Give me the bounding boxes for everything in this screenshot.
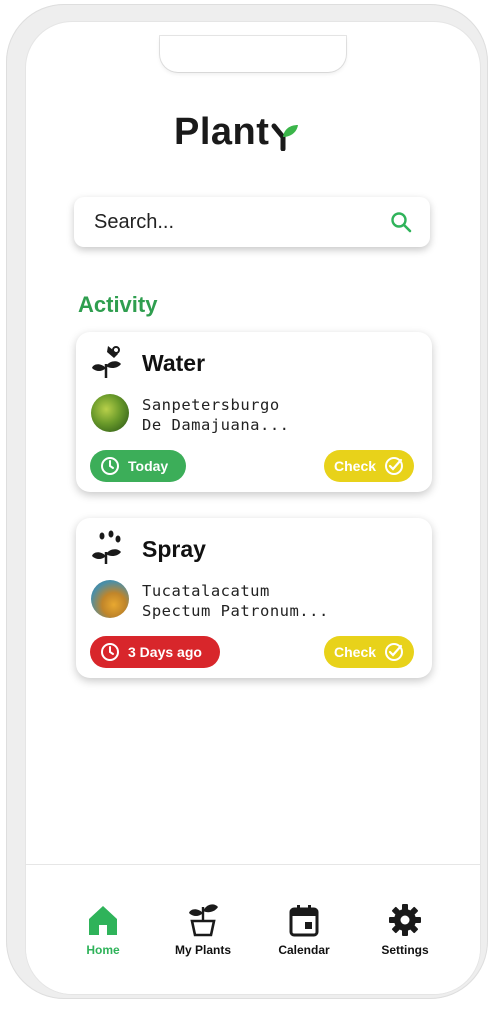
activity-card[interactable]: Spray Tucatalacatum Spectum Patronum... … xyxy=(76,518,432,678)
activity-title: Spray xyxy=(142,536,206,562)
nav-item-my-plants[interactable]: My Plants xyxy=(158,899,248,957)
spray-plant-icon xyxy=(92,530,121,564)
calendar-icon xyxy=(289,905,319,937)
bottom-nav: Home My Plants Calendar Settings xyxy=(26,864,480,994)
plant-name: Tucatalacatum Spectum Patronum... xyxy=(142,582,329,620)
check-button[interactable]: Check xyxy=(324,450,414,482)
search-bar[interactable] xyxy=(74,197,430,247)
clock-icon xyxy=(101,643,119,661)
app-logo: Plant xyxy=(174,111,300,154)
plant-thumbnail xyxy=(91,580,129,618)
phone-notch xyxy=(160,36,346,72)
nav-item-calendar[interactable]: Calendar xyxy=(259,899,349,957)
search-icon[interactable] xyxy=(390,211,412,233)
clock-icon xyxy=(101,457,119,475)
potted-plant-icon xyxy=(189,904,218,937)
logo-text: Plant xyxy=(174,111,270,153)
app-screen: Plant Activity Water xyxy=(26,22,480,994)
check-button[interactable]: Check xyxy=(324,636,414,668)
plant-name: Sanpetersburgo De Damajuana... xyxy=(142,396,290,434)
gear-icon xyxy=(389,904,421,936)
nav-item-settings[interactable]: Settings xyxy=(360,899,450,957)
status-badge-overdue: 3 Days ago xyxy=(90,636,220,668)
watering-plant-icon xyxy=(92,346,121,378)
status-badge-today: Today xyxy=(90,450,186,482)
phone-frame: Plant Activity Water xyxy=(6,4,488,999)
check-circle-icon xyxy=(385,457,404,475)
activity-card[interactable]: Water Sanpetersburgo De Damajuana... Tod… xyxy=(76,332,432,492)
sprout-logo-icon xyxy=(271,123,299,151)
plant-thumbnail xyxy=(91,394,129,432)
activity-heading: Activity xyxy=(78,292,158,317)
activity-title: Water xyxy=(142,350,206,376)
nav-item-home[interactable]: Home xyxy=(58,899,148,957)
home-icon xyxy=(89,906,117,935)
check-circle-icon xyxy=(385,643,404,661)
search-input[interactable] xyxy=(92,209,390,235)
